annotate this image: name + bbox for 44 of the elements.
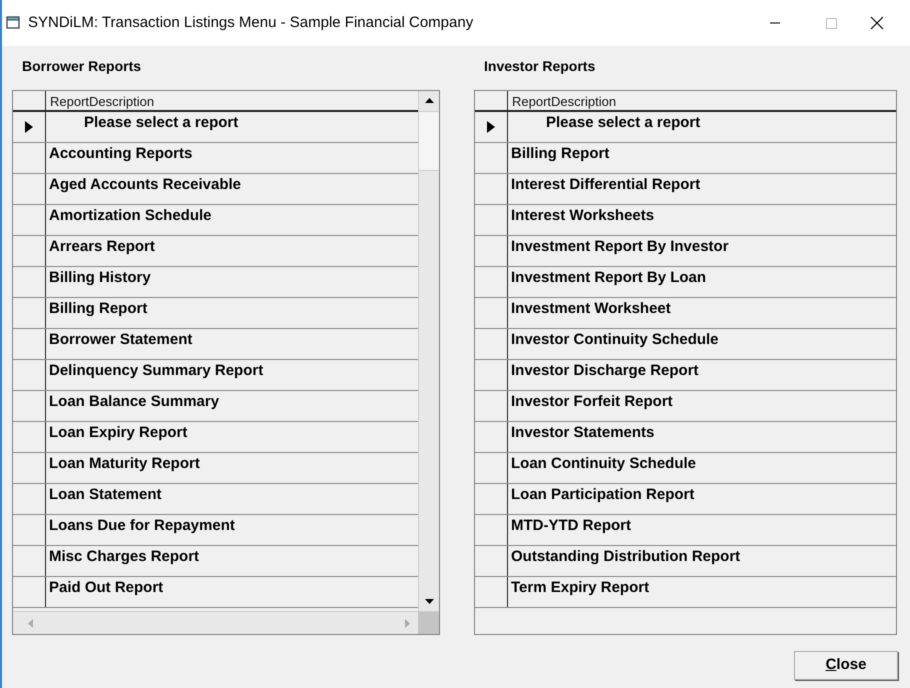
pointer-icon — [487, 121, 495, 133]
column-header[interactable]: ReportDescription — [46, 91, 158, 110]
grid-cell[interactable]: Loans Due for Repayment — [46, 515, 235, 545]
grid-cell[interactable]: Investor Statements — [508, 422, 654, 452]
window-title: SYNDiLM: Transaction Listings Menu - Sample Financial Company — [28, 12, 474, 33]
grid-cell[interactable]: Amortization Schedule — [46, 205, 212, 235]
grid-cell[interactable]: MTD-YTD Report — [508, 515, 631, 545]
grid-cell[interactable]: Investor Forfeit Report — [508, 391, 673, 421]
grid-cell[interactable]: Borrower Statement — [46, 329, 192, 359]
grid-cell[interactable]: Loan Statement — [46, 484, 162, 514]
grid-cell[interactable]: Term Expiry Report — [508, 577, 650, 607]
grid-cell[interactable]: Loan Continuity Schedule — [508, 453, 696, 483]
grid-cell[interactable]: Please select a report — [46, 112, 238, 142]
grid-cell[interactable]: Investor Continuity Schedule — [508, 329, 719, 359]
grid-cell[interactable]: Outstanding Distribution Report — [508, 546, 740, 576]
close-button[interactable]: Close — [794, 651, 898, 680]
grid-cell[interactable]: Please select a report — [508, 112, 700, 142]
column-header[interactable]: ReportDescription — [508, 91, 620, 110]
grid-cell[interactable]: Misc Charges Report — [46, 546, 200, 576]
window-icon — [6, 15, 22, 31]
grid-cell[interactable]: Billing Report — [46, 298, 148, 328]
grid-cell[interactable]: Delinquency Summary Report — [46, 360, 264, 390]
grid-cell[interactable]: Loan Participation Report — [508, 484, 694, 514]
grid-cell[interactable]: Investment Report By Loan — [508, 267, 706, 297]
grid-cell[interactable]: Interest Worksheets — [508, 205, 654, 235]
scrollbar-corner — [418, 612, 439, 634]
grid-cell[interactable]: Investor Discharge Report — [508, 360, 699, 390]
scroll-thumb[interactable] — [419, 111, 439, 171]
section-title: Borrower Reports — [21, 57, 142, 76]
pointer-icon — [25, 121, 33, 133]
grid-cell[interactable]: Investment Worksheet — [508, 298, 671, 328]
grid-cell[interactable]: Investment Report By Investor — [508, 236, 729, 266]
grid-cell[interactable]: Billing Report — [508, 143, 610, 173]
vertical-scrollbar[interactable] — [418, 91, 439, 611]
grid-cell[interactable]: Paid Out Report — [46, 577, 164, 607]
grid-cell[interactable]: Interest Differential Report — [508, 174, 700, 204]
grid-cell[interactable]: Aged Accounts Receivable — [46, 174, 242, 204]
grid-cell[interactable]: Loan Balance Summary — [46, 391, 220, 421]
grid-cell[interactable]: Loan Expiry Report — [46, 422, 188, 452]
grid-cell[interactable]: Arrears Report — [46, 236, 155, 266]
grid-cell[interactable]: Loan Maturity Report — [46, 453, 200, 483]
grid-cell[interactable]: Billing History — [46, 267, 151, 297]
section-title: Investor Reports — [483, 57, 596, 76]
grid-cell[interactable]: Accounting Reports — [46, 143, 192, 173]
